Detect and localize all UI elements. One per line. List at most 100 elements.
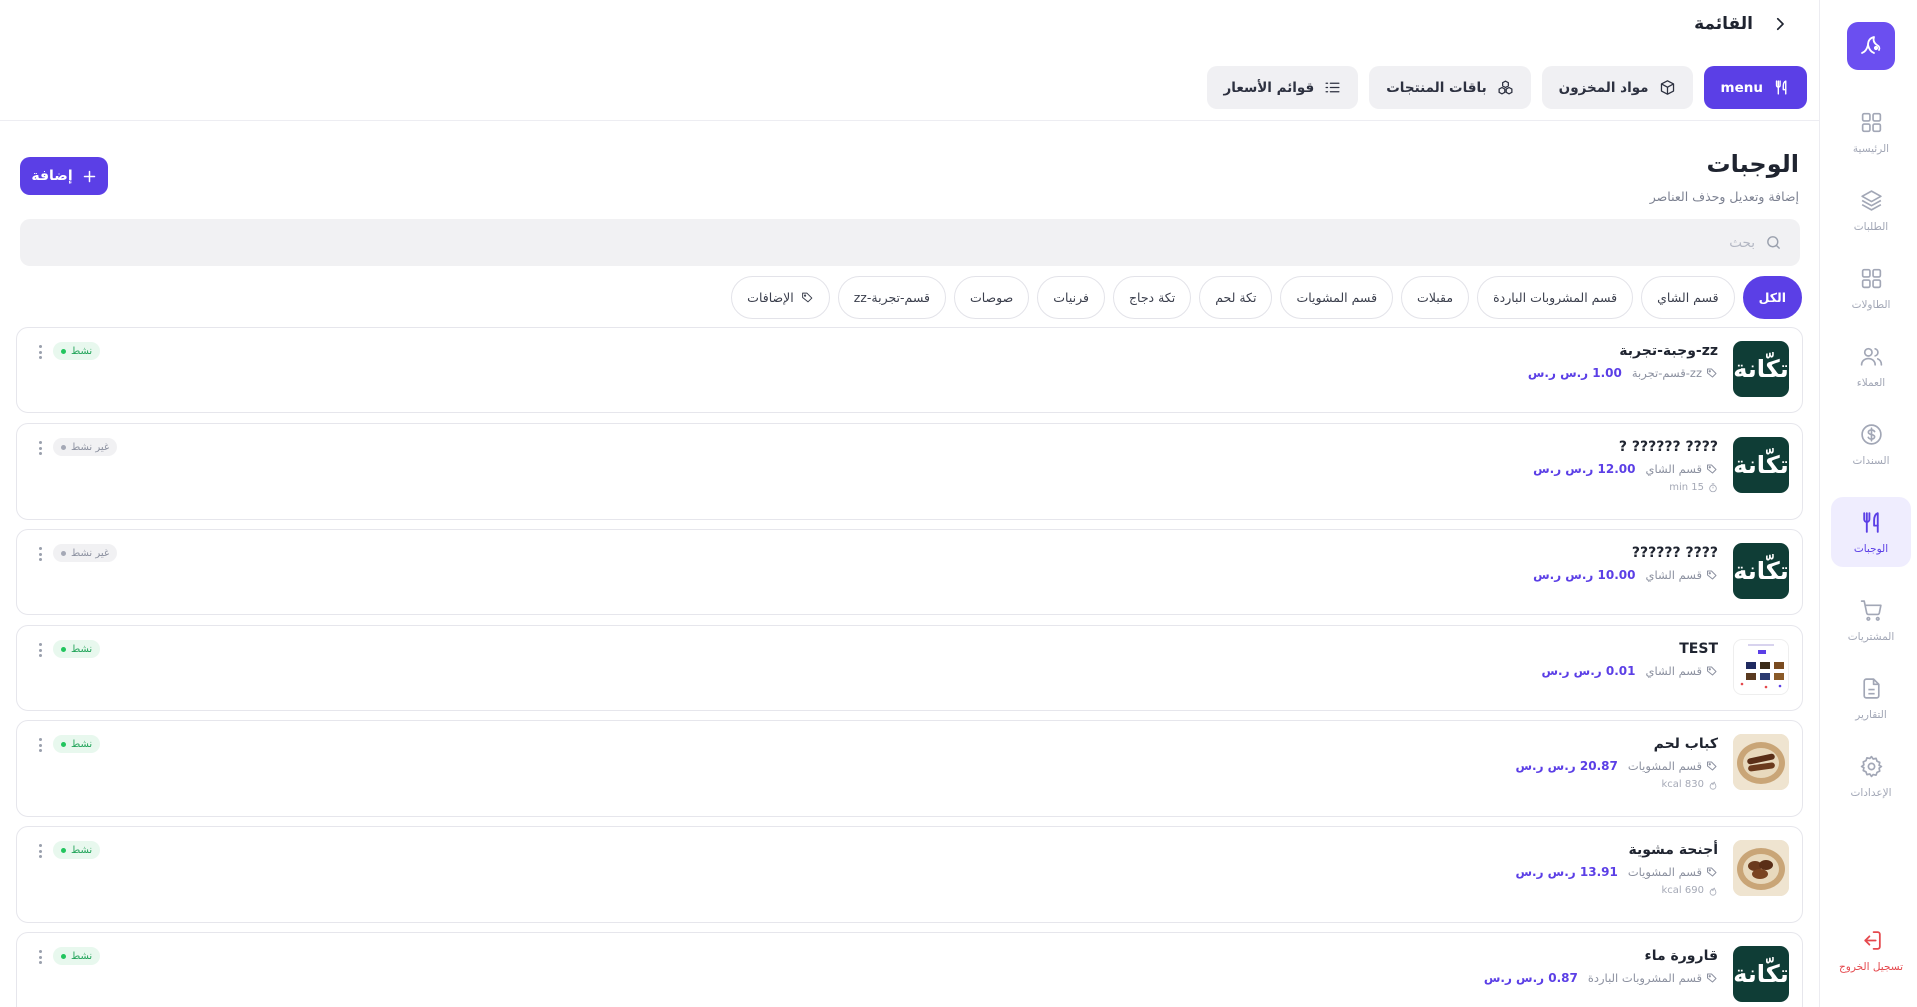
list-item[interactable]: تكّانة قارورة ماء قسم المشروبات الباردة … <box>16 932 1803 1007</box>
filter-chip[interactable]: تكة لحم <box>1199 276 1273 319</box>
filter-chip[interactable]: مقبلات <box>1401 276 1470 319</box>
more-options-icon[interactable] <box>38 345 42 359</box>
item-meta: قسم الشاي 10.00 ر.س ر.س <box>1533 568 1718 582</box>
filter-chip-label: zz-قسم-تجربة <box>853 290 930 305</box>
sidebar: الرئيسية الطلبات الطاولات العملاء السندا… <box>1819 0 1917 1007</box>
tab-bundles[interactable]: باقات المنتجات <box>1369 66 1531 109</box>
filter-chip-label: فرنيات <box>1053 290 1089 305</box>
more-options-icon[interactable] <box>38 547 42 561</box>
more-options-icon[interactable] <box>38 738 42 752</box>
sidebar-item-home[interactable]: الرئيسية <box>1831 97 1911 167</box>
item-name: أجنحة مشوية <box>1628 842 1719 858</box>
item-calories: 690 kcal <box>1515 885 1718 896</box>
item-info: TEST قسم الشاي 0.01 ر.س ر.س <box>1541 640 1718 678</box>
sidebar-item-settings[interactable]: الإعدادات <box>1831 741 1911 811</box>
more-options-icon[interactable] <box>38 844 42 858</box>
filter-chip-label: قسم المشويات <box>1296 290 1378 305</box>
list-item[interactable]: TEST قسم الشاي 0.01 ر.س ر.س نشط <box>16 625 1803 711</box>
list-item[interactable]: تكّانة ???? ?????? قسم الشاي 10.00 ر.س ر… <box>16 529 1803 615</box>
filter-chip[interactable]: قسم المشروبات الباردة <box>1477 276 1634 319</box>
item-prep-time-label: 15 min <box>1669 482 1704 493</box>
status-dot <box>61 348 66 354</box>
tab-label: menu <box>1720 79 1763 96</box>
tab-menu[interactable]: menu <box>1703 66 1807 109</box>
item-category: قسم المشروبات الباردة <box>1588 971 1718 985</box>
filter-chip[interactable]: فرنيات <box>1037 276 1105 319</box>
status-label: نشط <box>71 643 93 655</box>
more-options-icon[interactable] <box>38 643 42 657</box>
sidebar-item-label: الإعدادات <box>1850 786 1892 799</box>
app-logo[interactable] <box>1847 22 1895 70</box>
item-price: 1.00 ر.س ر.س <box>1527 366 1622 380</box>
filter-chip-all[interactable]: الكل <box>1742 276 1802 319</box>
sidebar-item-purchases[interactable]: المشتريات <box>1831 585 1911 655</box>
sidebar-item-label: الوجبات <box>1853 542 1889 555</box>
box-icon <box>1660 80 1674 95</box>
item-category-label: قسم المشروبات الباردة <box>1587 971 1702 985</box>
filter-chip-label: مقبلات <box>1417 290 1454 305</box>
status-dot <box>61 953 66 959</box>
item-name: كباب لحم <box>1653 736 1718 752</box>
item-calories-label: 830 kcal <box>1661 779 1704 790</box>
utensils-icon <box>1862 511 1879 533</box>
item-price: 20.87 ر.س ر.س <box>1515 759 1618 773</box>
item-price: 0.01 ر.س ر.س <box>1541 664 1636 678</box>
item-name: zz-وجبة-تجربة <box>1619 343 1718 359</box>
item-thumbnail <box>1733 639 1789 695</box>
status-badge: نشط <box>53 342 101 360</box>
search-input[interactable] <box>38 234 1755 251</box>
item-info: أجنحة مشوية قسم المشويات 13.91 ر.س ر.س 6… <box>1515 841 1718 896</box>
tab-price-lists[interactable]: قوائم الأسعار <box>1206 66 1359 109</box>
list-item[interactable]: تكّانة zz-وجبة-تجربة zz-قسم-تجربة 1.00 ر… <box>16 327 1803 413</box>
tag-icon <box>1707 973 1717 983</box>
status-label: نشط <box>71 345 93 357</box>
menu-tabs: menu مواد المخزون باقات المنتجات قوائم ا… <box>1206 66 1807 109</box>
filter-chip[interactable]: zz-قسم-تجربة <box>837 276 946 319</box>
item-category-label: قسم المشويات <box>1627 759 1702 773</box>
item-meta: قسم الشاي 0.01 ر.س ر.س <box>1541 664 1718 678</box>
sidebar-item-tables[interactable]: الطاولات <box>1831 253 1911 323</box>
chevron-right-icon[interactable] <box>1771 15 1789 33</box>
sidebar-item-label: العملاء <box>1856 376 1886 389</box>
sidebar-item-reports[interactable]: التقارير <box>1831 663 1911 733</box>
filter-chip[interactable]: صوصات <box>953 276 1030 319</box>
page-section-title: القائمة <box>1694 14 1753 34</box>
item-category: قسم الشاي <box>1645 664 1718 678</box>
item-price: 13.91 ر.س ر.س <box>1515 865 1618 879</box>
item-thumbnail <box>1733 734 1789 790</box>
list-item[interactable]: تكّانة ???? ?????? ? قسم الشاي 12.00 ر.س… <box>16 423 1803 520</box>
logout-button[interactable]: تسجيل الخروج <box>1831 915 1911 985</box>
list-item[interactable]: كباب لحم قسم المشويات 20.87 ر.س ر.س 830 … <box>16 720 1803 817</box>
status-badge: نشط <box>53 841 101 859</box>
utensils-icon <box>1775 80 1787 95</box>
add-item-button[interactable]: إضافة <box>20 157 108 195</box>
tab-inventory[interactable]: مواد المخزون <box>1541 66 1693 109</box>
flame-icon <box>1709 887 1717 896</box>
add-item-label: إضافة <box>31 168 73 184</box>
item-name: TEST <box>1679 641 1718 657</box>
more-options-icon[interactable] <box>38 441 42 455</box>
item-price: 12.00 ر.س ر.س <box>1533 462 1636 476</box>
top-bar: القائمة menu مواد المخزون باقات المنتجات… <box>0 0 1819 121</box>
item-calories: 830 kcal <box>1515 779 1718 790</box>
filter-chip[interactable]: قسم المشويات <box>1280 276 1394 319</box>
item-info: ???? ?????? ? قسم الشاي 12.00 ر.س ر.س 15… <box>1533 438 1718 493</box>
sidebar-item-meals[interactable]: الوجبات <box>1831 497 1911 567</box>
sidebar-item-label: التقارير <box>1855 708 1887 721</box>
sidebar-item-orders[interactable]: الطلبات <box>1831 175 1911 245</box>
filter-chip-addons[interactable]: الإضافات <box>731 276 830 319</box>
list-item[interactable]: أجنحة مشوية قسم المشويات 13.91 ر.س ر.س 6… <box>16 826 1803 923</box>
sidebar-item-vouchers[interactable]: السندات <box>1831 409 1911 479</box>
sidebar-item-customers[interactable]: العملاء <box>1831 331 1911 401</box>
item-name: ???? ?????? <box>1631 545 1718 561</box>
dollar-icon <box>1860 423 1882 445</box>
more-options-icon[interactable] <box>38 950 42 964</box>
page-title: الوجبات <box>1706 150 1799 178</box>
status-dot <box>61 550 66 556</box>
sidebar-item-label: الطلبات <box>1853 220 1889 233</box>
filter-chip[interactable]: تكة دجاج <box>1112 276 1192 319</box>
filter-chip[interactable]: قسم الشاي <box>1641 276 1735 319</box>
status-dot <box>61 646 66 652</box>
item-info: ???? ?????? قسم الشاي 10.00 ر.س ر.س <box>1533 544 1718 582</box>
search-bar <box>20 219 1800 266</box>
